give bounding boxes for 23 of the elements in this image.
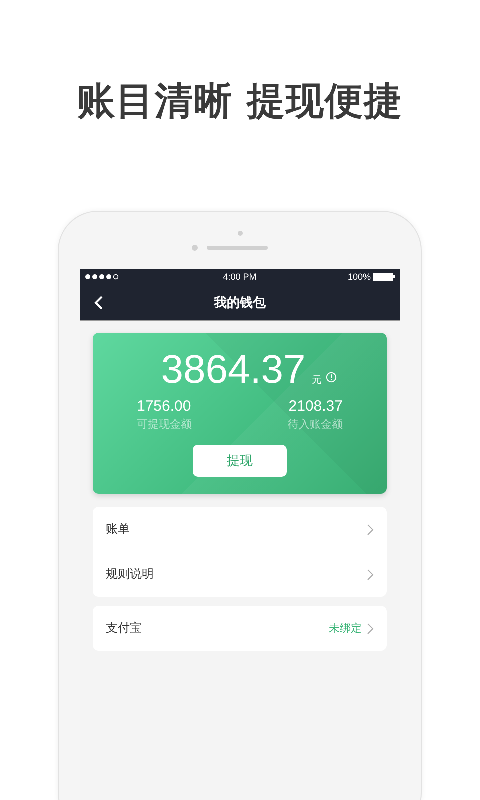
status-time: 4:00 PM	[223, 272, 257, 282]
camera-icon	[238, 231, 242, 236]
chevron-icon	[367, 524, 374, 536]
chevron-icon	[367, 622, 374, 634]
menu-item[interactable]: 账单	[93, 507, 387, 552]
sub-amount: 2108.37	[288, 398, 343, 415]
sub-label: 待入账金额	[288, 417, 343, 432]
currency-unit: 元	[312, 374, 322, 387]
headline: 账目清晰 提现便捷	[76, 78, 404, 125]
battery-icon	[373, 273, 395, 281]
back-icon[interactable]	[94, 296, 104, 310]
sensor-icon	[192, 245, 198, 251]
menu-item[interactable]: 支付宝 未绑定	[93, 606, 387, 651]
balance-amount: 3864.37	[161, 350, 306, 390]
signal-icon	[85, 274, 119, 280]
nav-title: 我的钱包	[214, 294, 266, 312]
menu-item[interactable]: 规则说明	[93, 552, 387, 597]
sub-label: 可提现金额	[137, 417, 192, 432]
speaker-icon	[207, 246, 268, 250]
battery-percent: 100%	[348, 272, 371, 282]
sub-amount: 1756.00	[137, 398, 192, 415]
chevron-icon	[367, 568, 374, 580]
info-icon[interactable]	[326, 372, 337, 383]
